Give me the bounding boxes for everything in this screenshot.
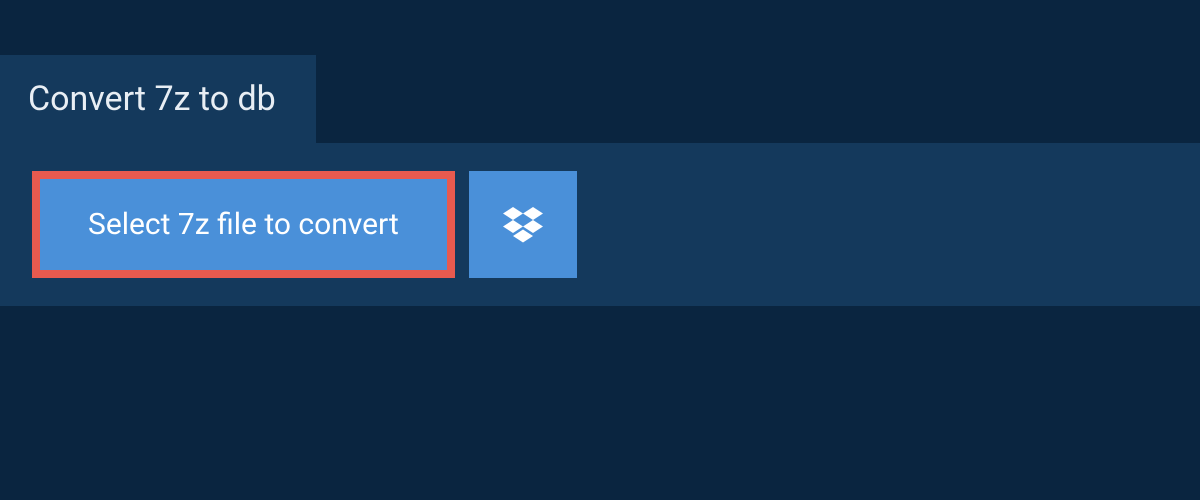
tab-header: Convert 7z to db — [0, 55, 316, 143]
select-file-label: Select 7z file to convert — [88, 207, 399, 242]
dropbox-icon — [503, 207, 543, 243]
select-file-button[interactable]: Select 7z file to convert — [32, 171, 455, 278]
dropbox-button[interactable] — [469, 171, 577, 278]
page-title: Convert 7z to db — [28, 79, 276, 119]
button-row: Select 7z file to convert — [32, 171, 1168, 278]
content-panel: Select 7z file to convert — [0, 143, 1200, 306]
